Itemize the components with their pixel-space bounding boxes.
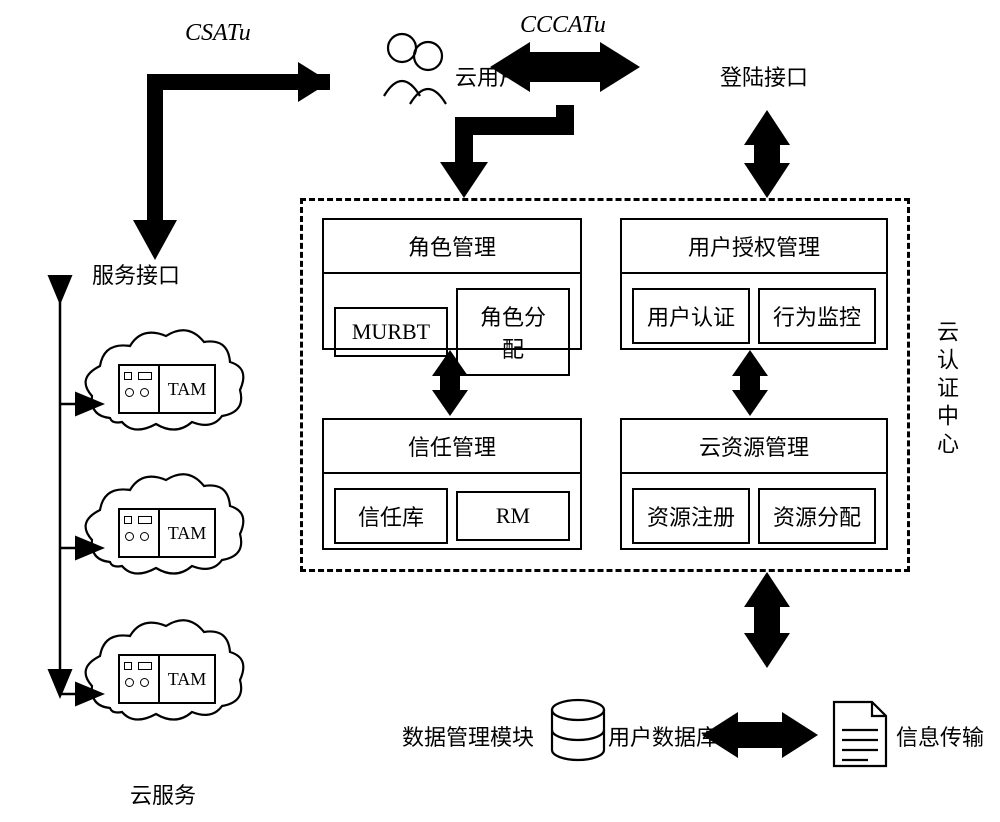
tam-box-2: TAM [118,508,216,558]
tam-box-1: TAM [118,364,216,414]
murbt-sub: MURBT [334,307,448,357]
role-mgmt-module: 角色管理 MURBT 角色分配 [322,218,582,350]
resource-register-sub: 资源注册 [632,488,750,544]
tam-box-3: TAM [118,654,216,704]
login-interface-label: 登陆接口 [720,60,808,92]
users-icon [384,34,446,104]
info-transfer-label: 信息传输 [896,720,984,752]
tam-text-3: TAM [160,656,214,702]
service-interface-label: 服务接口 [92,258,180,290]
user-db-label: 用户数据库 [608,720,718,752]
user-cert-sub: 用户认证 [632,288,750,344]
user-to-box-arrow [440,105,565,198]
db-doc-arrow [702,712,818,758]
tam-text-1: TAM [160,366,214,412]
trust-mgmt-title: 信任管理 [324,420,580,474]
cloud-res-mgmt-title: 云资源管理 [622,420,886,474]
tam-text-2: TAM [160,510,214,556]
box-to-db-arrow [744,572,790,668]
resource-assign-sub: 资源分配 [758,488,876,544]
cccatu-label: CCCATu [520,12,606,39]
data-mgmt-module-label: 数据管理模块 [402,720,534,752]
rm-sub: RM [456,491,570,541]
cloud-service-label: 云服务 [130,778,196,810]
trust-store-sub: 信任库 [334,488,448,544]
auth-center-label: 云认证中心 [930,320,962,460]
service-interface-arrow [60,300,100,694]
role-mgmt-title: 角色管理 [324,220,580,274]
trust-mgmt-module: 信任管理 信任库 RM [322,418,582,550]
database-icon [552,700,604,760]
role-assign-sub: 角色分配 [456,288,570,376]
user-auth-mgmt-module: 用户授权管理 用户认证 行为监控 [620,218,888,350]
behavior-monitor-sub: 行为监控 [758,288,876,344]
csatuu-label: CSATu [185,20,251,47]
login-arrow [744,110,790,198]
cloud-user-label: 云用户 [455,60,521,92]
cloud-res-mgmt-module: 云资源管理 资源注册 资源分配 [620,418,888,550]
document-icon [834,702,886,766]
user-auth-mgmt-title: 用户授权管理 [622,220,886,274]
